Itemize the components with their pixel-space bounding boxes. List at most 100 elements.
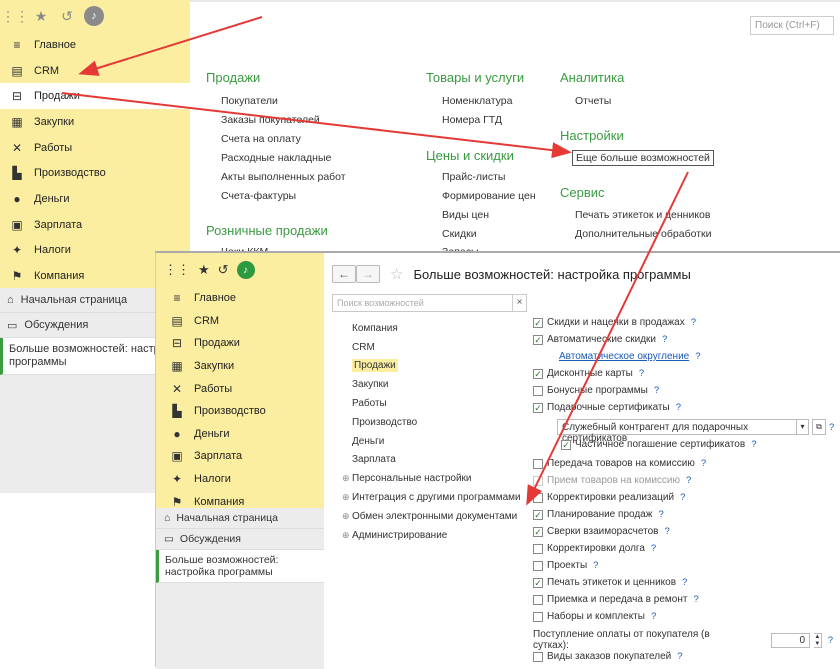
back-sidebar-item-purchases[interactable]: ▦ Закупки [0, 109, 190, 135]
tree-item-purchases[interactable]: Закупки [342, 375, 532, 394]
option-sales-corrections[interactable]: Корректировки реализаций? [533, 492, 685, 503]
tree-item-production[interactable]: Производство [342, 413, 532, 432]
checkbox-unchecked[interactable] [533, 543, 543, 554]
back-sidebar-item-money[interactable]: ● Деньги [0, 186, 190, 212]
tree-item-company[interactable]: Компания [342, 319, 532, 338]
link-customers[interactable]: Покупатели [221, 95, 278, 107]
history-icon[interactable]: ↺ [58, 7, 76, 25]
help-icon[interactable]: ? [682, 577, 687, 588]
checkbox-unchecked[interactable] [533, 651, 543, 662]
help-icon[interactable]: ? [686, 475, 691, 486]
tree-item-money[interactable]: Деньги [342, 432, 532, 451]
front-open-window-tab[interactable]: Больше возможностей: настройка программы [156, 550, 324, 583]
option-gift-certificates[interactable]: ✓ Подарочные сертификаты? [533, 402, 681, 413]
apps-grid-icon[interactable]: ⋮⋮ [1, 7, 29, 25]
help-icon[interactable]: ? [654, 385, 659, 396]
favorites-star-icon[interactable]: ★ [198, 262, 210, 278]
checkbox-checked[interactable]: ✓ [561, 439, 571, 450]
tree-item-sales[interactable]: Продажи [342, 357, 532, 376]
tree-item-works[interactable]: Работы [342, 394, 532, 413]
checkbox-checked[interactable]: ✓ [533, 368, 543, 379]
tree-group-personal[interactable]: ⊕ Персональные настройки [342, 469, 532, 488]
front-discussions-link[interactable]: ▭ Обсуждения [156, 529, 324, 550]
option-kits[interactable]: Наборы и комплекты? [533, 611, 656, 622]
checkbox-checked[interactable]: ✓ [533, 526, 543, 537]
back-sidebar-item-main[interactable]: ≡ Главное [0, 32, 190, 58]
link-discounts[interactable]: Скидки [442, 228, 477, 240]
back-sidebar-item-crm[interactable]: ▤ CRM [0, 58, 190, 84]
front-sidebar-item-purchases[interactable]: ▦ Закупки [156, 355, 324, 378]
front-sidebar-item-main[interactable]: ≡ Главное [156, 287, 324, 310]
payment-days-input[interactable]: 0 [771, 632, 810, 648]
front-home-page-link[interactable]: ⌂ Начальная страница [156, 508, 324, 529]
help-icon[interactable]: ? [829, 422, 834, 433]
link-price-types[interactable]: Виды цен [442, 209, 489, 221]
option-debt-corrections[interactable]: Корректировки долга? [533, 543, 656, 554]
checkbox-checked[interactable]: ✓ [533, 334, 543, 345]
front-sidebar-item-crm[interactable]: ▤ CRM [156, 310, 324, 333]
link-print-labels[interactable]: Печать этикеток и ценников [575, 209, 710, 221]
option-reconciliation[interactable]: ✓ Сверки взаиморасчетов? [533, 526, 670, 537]
help-icon[interactable]: ? [676, 402, 681, 413]
front-sidebar-item-sales[interactable]: ⊟ Продажи [156, 332, 324, 355]
tree-item-salary[interactable]: Зарплата [342, 451, 532, 470]
option-sales-planning[interactable]: ✓ Планирование продаж? [533, 509, 664, 520]
tree-group-admin[interactable]: ⊕ Администрирование [342, 526, 532, 545]
expand-plus-icon[interactable]: ⊕ [342, 473, 352, 484]
option-projects[interactable]: Проекты? [533, 560, 598, 571]
back-sidebar-item-production[interactable]: ▙ Производство [0, 160, 190, 186]
features-search-input[interactable]: Поиск возможностей × [332, 294, 527, 312]
checkbox-unchecked[interactable] [533, 611, 543, 622]
option-partial-redemption[interactable]: ✓ Частичное погашение сертификатов? [561, 439, 756, 450]
help-icon[interactable]: ? [701, 458, 706, 469]
link-extra-processing[interactable]: Дополнительные обработки [575, 228, 711, 240]
link-auto-rounding[interactable]: Автоматическое округление? [559, 351, 701, 362]
front-sidebar-item-salary[interactable]: ▣ Зарплата [156, 445, 324, 468]
option-discounts[interactable]: ✓ Скидки и наценки в продажах? [533, 317, 696, 328]
checkbox-checked[interactable]: ✓ [533, 402, 543, 413]
help-icon[interactable]: ? [593, 560, 598, 571]
link-acts[interactable]: Акты выполненных работ [221, 171, 346, 183]
link-gtd-numbers[interactable]: Номера ГТД [442, 114, 502, 126]
expand-plus-icon[interactable]: ⊕ [342, 511, 352, 522]
help-icon[interactable]: ? [691, 317, 696, 328]
help-icon[interactable]: ? [680, 492, 685, 503]
back-sidebar-item-sales[interactable]: ⊟ Продажи [0, 83, 190, 110]
help-icon[interactable]: ? [651, 543, 656, 554]
help-icon[interactable]: ? [828, 635, 833, 646]
link-price-forming[interactable]: Формирование цен [442, 190, 536, 202]
notifications-bell-icon[interactable]: ♪ [236, 261, 255, 279]
checkbox-unchecked[interactable] [533, 385, 543, 396]
checkbox-checked[interactable]: ✓ [533, 509, 543, 520]
help-icon[interactable]: ? [693, 594, 698, 605]
front-sidebar-item-works[interactable]: ✕ Работы [156, 377, 324, 400]
back-search-input[interactable]: Поиск (Ctrl+F) [750, 16, 834, 35]
option-bonus-programs[interactable]: Бонусные программы? [533, 385, 659, 396]
open-copy-icon[interactable]: ⧉ [812, 419, 826, 435]
checkbox-unchecked[interactable] [533, 492, 543, 503]
forward-button[interactable]: → [356, 265, 380, 283]
tree-group-edi[interactable]: ⊕ Обмен электронными документами [342, 507, 532, 526]
help-icon[interactable]: ? [662, 334, 667, 345]
favorite-star-icon[interactable]: ☆ [390, 265, 403, 283]
help-icon[interactable]: ? [677, 651, 682, 662]
option-commission-out[interactable]: Передача товаров на комиссию? [533, 458, 706, 469]
gift-counterparty-select[interactable]: Служебный контрагент для подарочных серт… [557, 419, 834, 444]
notifications-bell-icon[interactable]: ♪ [84, 6, 104, 26]
link-invoices[interactable]: Счета на оплату [221, 133, 301, 145]
back-sidebar-item-salary[interactable]: ▣ Зарплата [0, 212, 190, 238]
link-more-features[interactable]: Еще больше возможностей [572, 150, 714, 166]
link-price-lists[interactable]: Прайс-листы [442, 171, 505, 183]
link-nomenclature[interactable]: Номенклатура [442, 95, 512, 107]
back-button[interactable]: ← [332, 265, 356, 283]
help-icon[interactable]: ? [639, 368, 644, 379]
front-sidebar-item-production[interactable]: ▙ Производство [156, 400, 324, 423]
checkbox-unchecked[interactable] [533, 594, 543, 605]
help-icon[interactable]: ? [695, 351, 700, 362]
tree-group-integration[interactable]: ⊕ Интеграция с другими программами [342, 488, 532, 507]
option-order-types[interactable]: Виды заказов покупателей? [533, 651, 683, 662]
dropdown-arrow-icon[interactable]: ▾ [797, 419, 809, 435]
help-icon[interactable]: ? [664, 526, 669, 537]
favorites-star-icon[interactable]: ★ [32, 7, 50, 25]
option-print-labels[interactable]: ✓ Печать этикеток и ценников? [533, 577, 687, 588]
